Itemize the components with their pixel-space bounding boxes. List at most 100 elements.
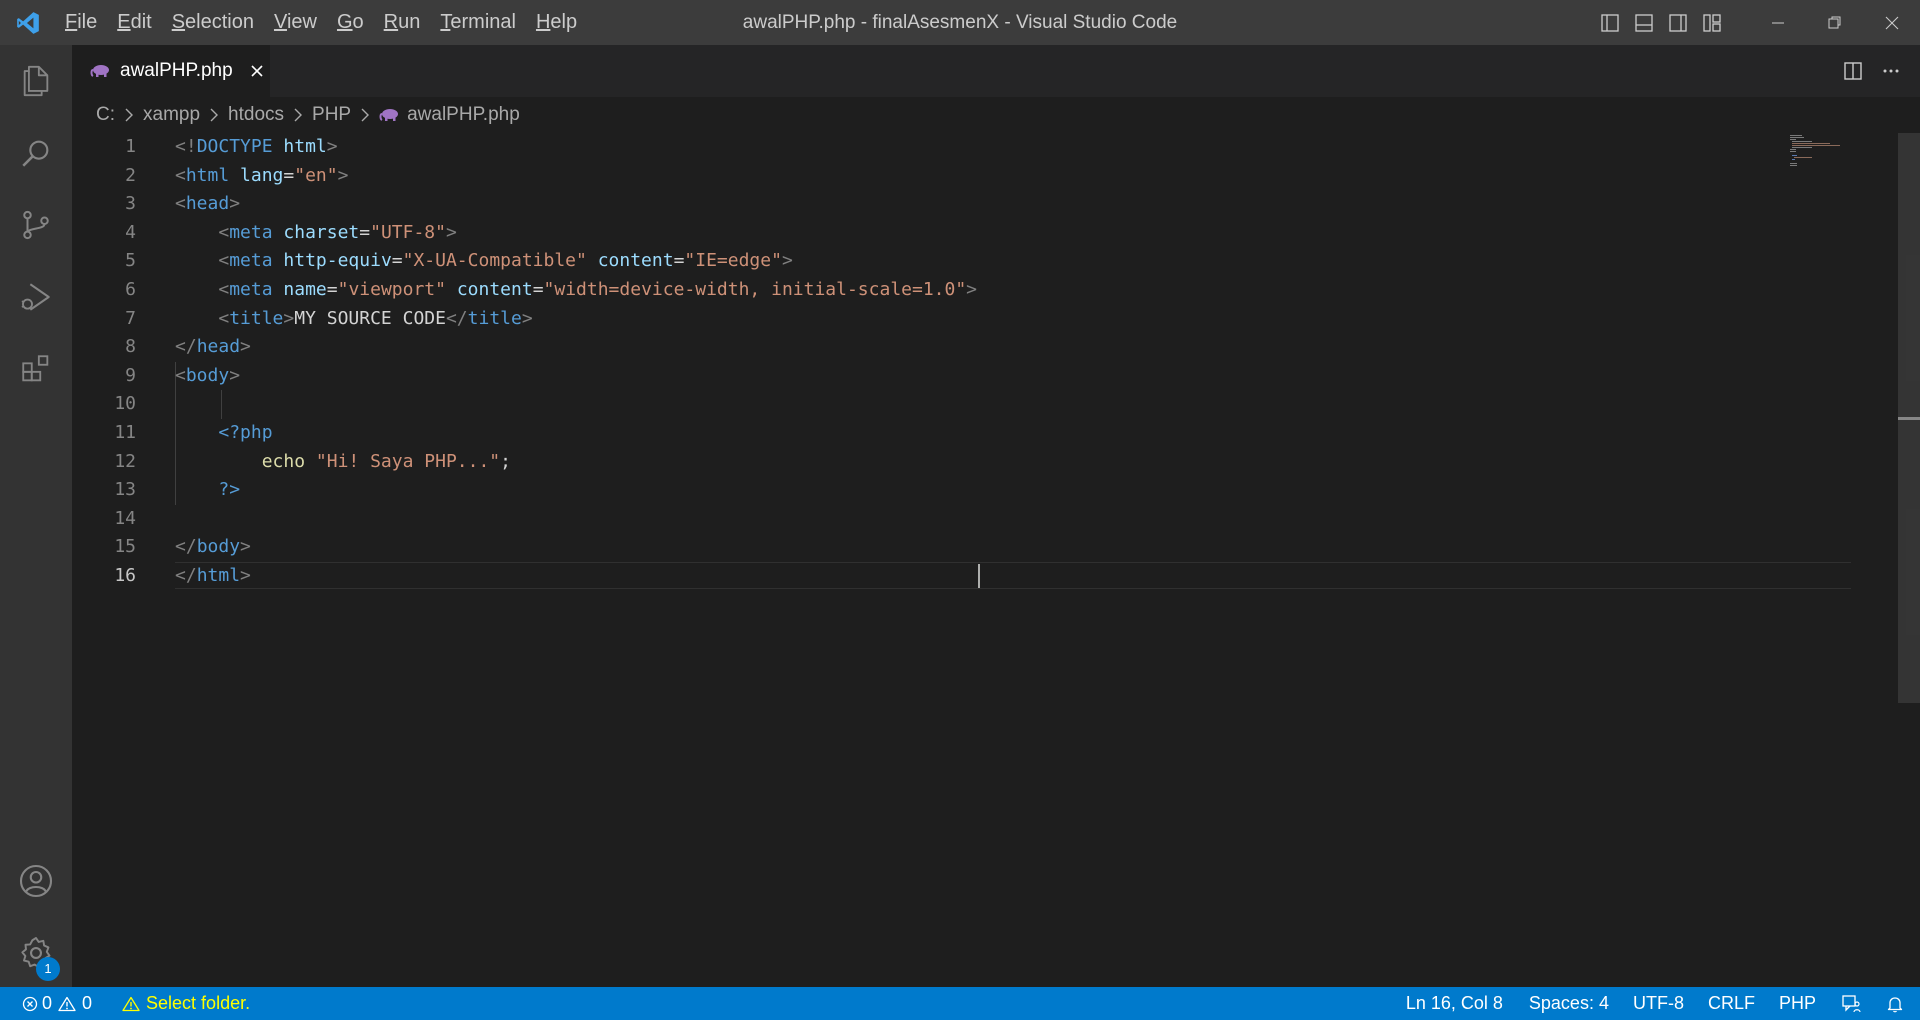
code-line[interactable]: </html> [175,562,977,591]
menu-help[interactable]: Help [526,0,587,45]
code-line[interactable] [175,390,977,419]
line-number: 5 [125,250,136,272]
menu-selection[interactable]: Selection [162,0,264,45]
overview-ruler-cursor-mark [1898,417,1920,420]
menu-run[interactable]: Run [374,0,431,45]
manage-gear-icon[interactable]: 1 [0,917,72,989]
encoding[interactable]: UTF-8 [1621,987,1696,1020]
tab-bar: awalPHP.php [72,45,1920,97]
select-folder-item[interactable]: Select folder. [114,987,258,1020]
language-mode[interactable]: PHP [1767,987,1828,1020]
line-number: 9 [125,364,136,386]
status-bar-right: Ln 16, Col 8 Spaces: 4 UTF-8 CRLF PHP [1392,987,1920,1020]
line-number: 16 [114,564,136,586]
title-bar: File Edit Selection View Go Run Terminal Help a… [0,0,1920,45]
search-icon[interactable] [0,117,72,189]
warning-icon [58,996,76,1011]
code-line[interactable]: echo "Hi! Saya PHP..."; [175,448,977,477]
code-line[interactable]: <body> [175,362,977,391]
explorer-icon[interactable] [0,45,72,117]
extensions-icon[interactable] [0,333,72,405]
breadcrumb-drive[interactable]: C: [96,104,115,126]
line-number: 8 [125,336,136,358]
close-tab-icon[interactable] [247,61,267,81]
line-number: 4 [125,221,136,243]
line-number-gutter: 1 2 3 4 5 6 7 8 9 10 11 12 13 14 15 16 [72,133,142,591]
minimap[interactable] [1788,133,1898,173]
error-count: 0 [42,993,53,1013]
vscode-logo-icon [0,0,55,45]
problems-indicator[interactable]: 0 0 [0,987,100,1020]
code-line[interactable]: <head> [175,190,977,219]
split-editor-icon[interactable] [1834,45,1872,97]
settings-badge: 1 [36,957,60,981]
code-line[interactable]: </body> [175,533,977,562]
toggle-secondary-sidebar-icon[interactable] [1661,0,1695,45]
breadcrumb: C: xampp htdocs PHP awalPHP.php [72,97,520,133]
editor-actions [1834,45,1910,97]
chevron-right-icon [356,106,374,124]
feedback-icon[interactable] [1828,987,1876,1020]
more-actions-icon[interactable] [1872,45,1910,97]
menu-file[interactable]: File [55,0,107,45]
vertical-scrollbar[interactable] [1898,133,1920,987]
run-debug-icon[interactable] [0,261,72,333]
chevron-right-icon [120,106,138,124]
menu-edit[interactable]: Edit [107,0,161,45]
code-line[interactable]: <?php [175,419,977,448]
folder-warning-icon [122,996,140,1011]
code-line[interactable] [175,505,977,534]
breadcrumb-xampp[interactable]: xampp [143,104,200,126]
code-line[interactable]: <!DOCTYPE html> [175,133,977,162]
code-line[interactable]: </head> [175,333,977,362]
toggle-primary-sidebar-icon[interactable] [1593,0,1627,45]
tab-label: awalPHP.php [120,60,233,81]
menu-view[interactable]: View [264,0,327,45]
code-line[interactable]: <title>MY SOURCE CODE</title> [175,305,977,334]
breadcrumb-htdocs[interactable]: htdocs [228,104,284,126]
status-bar: 0 0 Select folder. Ln 16, Col 8 Spaces: … [0,987,1920,1020]
cursor-position[interactable]: Ln 16, Col 8 [1392,987,1517,1020]
line-ending[interactable]: CRLF [1696,987,1767,1020]
tab-awalphp[interactable]: awalPHP.php [72,45,270,97]
line-number: 11 [114,421,136,443]
line-number: 3 [125,193,136,215]
php-elephant-icon [90,64,110,78]
line-number: 10 [114,393,136,415]
restore-icon[interactable] [1806,0,1863,45]
breadcrumb-php[interactable]: PHP [312,104,351,126]
notifications-bell-icon[interactable] [1876,987,1920,1020]
breadcrumb-file[interactable]: awalPHP.php [407,104,520,126]
line-number: 15 [114,536,136,558]
toggle-panel-icon[interactable] [1627,0,1661,45]
code-line[interactable]: <meta charset="UTF-8"> [175,219,977,248]
code-line[interactable]: <meta name="viewport" content="width=dev… [175,276,977,305]
code-content[interactable]: <!DOCTYPE html> <html lang="en"> <head> <m… [175,133,977,591]
line-number: 13 [114,479,136,501]
line-number: 12 [114,450,136,472]
close-window-icon[interactable] [1863,0,1920,45]
menu-bar: File Edit Selection View Go Run Terminal Help [55,0,587,45]
menu-terminal[interactable]: Terminal [430,0,526,45]
code-line[interactable]: <meta http-equiv="X-UA-Compatible" conte… [175,247,977,276]
customize-layout-icon[interactable] [1695,0,1729,45]
text-cursor [978,564,980,588]
source-control-icon[interactable] [0,189,72,261]
chevron-right-icon [289,106,307,124]
indentation[interactable]: Spaces: 4 [1517,987,1621,1020]
account-icon[interactable] [0,845,72,917]
chevron-right-icon [205,106,223,124]
minimize-icon[interactable] [1749,0,1806,45]
error-icon [22,996,38,1011]
code-line[interactable]: <html lang="en"> [175,162,977,191]
line-number: 6 [125,278,136,300]
line-number: 2 [125,164,136,186]
menu-go[interactable]: Go [327,0,374,45]
code-editor[interactable]: 1 2 3 4 5 6 7 8 9 10 11 12 13 14 15 16 <!DOCTYPE html> <… [72,133,1920,987]
activity-bar: 1 [0,45,72,987]
line-number: 7 [125,307,136,329]
line-number: 14 [114,507,136,529]
php-elephant-icon [379,108,399,122]
code-line[interactable]: ?> [175,476,977,505]
line-number: 1 [125,136,136,157]
